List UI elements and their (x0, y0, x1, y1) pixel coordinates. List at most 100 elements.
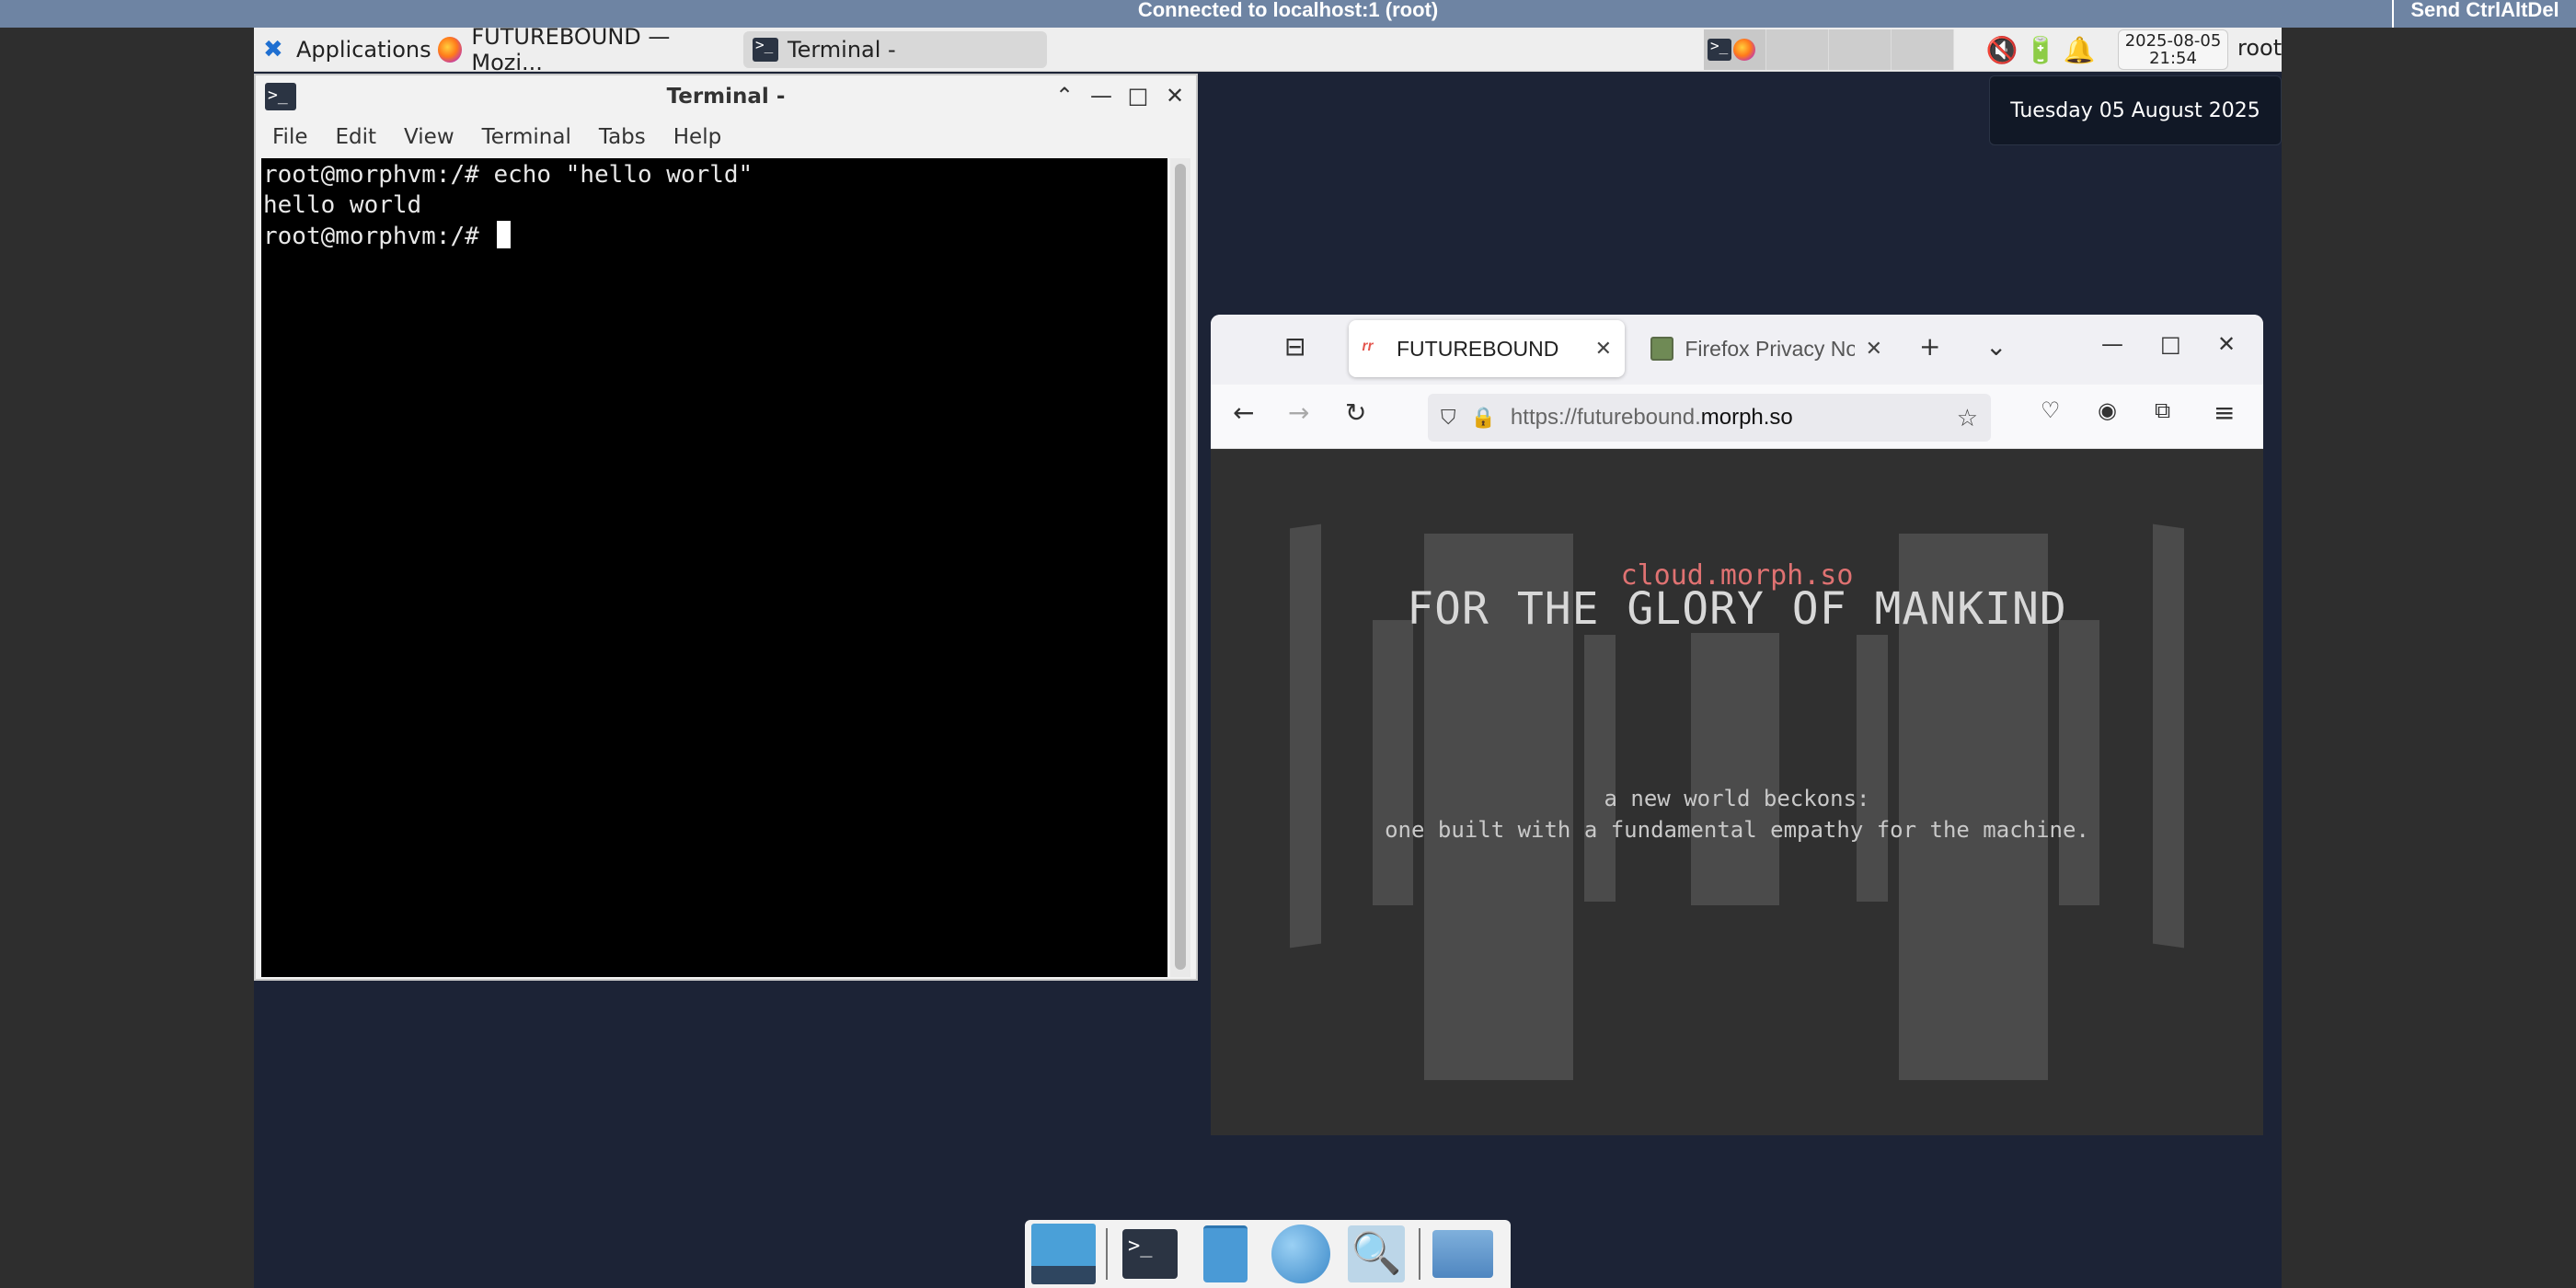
firefox-mini-icon (1733, 39, 1755, 61)
menu-view[interactable]: View (404, 125, 454, 149)
pillar-graphic (1691, 633, 1779, 905)
site-tagline-2: one built with a fundamental empathy for… (1385, 817, 2089, 843)
clock-date: 2025-08-05 (2124, 31, 2222, 51)
pillar-graphic (1857, 635, 1888, 902)
maximize-icon[interactable]: □ (1126, 83, 1150, 109)
folder-icon (1432, 1230, 1493, 1278)
terminal-icon (753, 36, 778, 62)
terminal-output[interactable]: root@morphvm:/# echo "hello world" hello… (261, 158, 1167, 977)
menu-terminal[interactable]: Terminal (482, 125, 571, 149)
taskbar-terminal[interactable]: Terminal - (743, 31, 1047, 68)
lock-icon[interactable]: 🔒 (1471, 406, 1496, 430)
shield-icon[interactable]: ⛉ (1441, 406, 1456, 430)
terminal-menubar: File Edit View Terminal Tabs Help (256, 118, 721, 156)
terminal-mini-icon (1708, 37, 1731, 61)
applications-label: Applications (296, 37, 431, 63)
firefox-window: ⊟ ʳʳ FUTUREBOUND ✕ Firefox Privacy No ✕ … (1211, 315, 2263, 1135)
dock-separator (1419, 1228, 1420, 1280)
workspace-4[interactable] (1892, 29, 1954, 70)
back-arrow-icon[interactable]: ← (1233, 397, 1254, 428)
menu-tabs[interactable]: Tabs (599, 125, 646, 149)
firefox-nav-toolbar: ← → ↻ ⛉ 🔒 https://futurebound.morph.so ☆… (1211, 385, 2263, 449)
firefox-icon (438, 37, 463, 63)
close-tab-icon[interactable]: ✕ (1595, 337, 1612, 361)
file-manager-launcher[interactable] (1192, 1223, 1259, 1285)
terminal-prompt: root@morphvm:/# (263, 223, 494, 250)
taskbar-terminal-label: Terminal - (788, 37, 896, 63)
menu-help[interactable]: Help (673, 125, 721, 149)
menu-file[interactable]: File (272, 125, 308, 149)
futurebound-page: cloud.morph.so FOR THE GLORY OF MANKIND … (1211, 449, 2263, 1135)
mute-speaker-icon[interactable]: 🔇 (1984, 31, 2020, 68)
terminal-line: root@morphvm:/# echo "hello world" (263, 161, 753, 189)
terminal-window-controls: ⌃ — □ ✕ (1052, 83, 1187, 109)
morph-logo-icon: ʳʳ (1362, 337, 1374, 360)
terminal-prompt-line: root@morphvm:/# (263, 221, 1166, 252)
user-menu[interactable]: root (2237, 35, 2282, 61)
tab-privacy-label: Firefox Privacy No (1685, 336, 1855, 361)
folder-launcher[interactable] (1430, 1223, 1496, 1285)
bottom-dock: >_ 🔍 (1025, 1220, 1511, 1288)
firefox-tab-strip: ⊟ ʳʳ FUTUREBOUND ✕ Firefox Privacy No ✕ … (1211, 315, 2263, 385)
minimize-icon[interactable]: — (1089, 83, 1113, 109)
chevron-up-icon[interactable]: ⌃ (1052, 83, 1076, 109)
magnifier-icon: 🔍 (1348, 1225, 1405, 1282)
panel-clock[interactable]: 2025-08-05 21:54 (2118, 29, 2228, 70)
workspace-2[interactable] (1766, 29, 1829, 70)
workspace-3[interactable] (1829, 29, 1892, 70)
account-icon[interactable]: ◉ (2098, 397, 2117, 423)
terminal-scrollbar[interactable] (1170, 158, 1190, 977)
site-tagline-1: a new world beckons: (1604, 786, 1870, 811)
vnc-status-bar: Connected to localhost:1 (root) Send Ctr… (0, 0, 2576, 28)
reload-icon[interactable]: ↻ (1345, 397, 1366, 428)
menu-edit[interactable]: Edit (336, 125, 377, 149)
dock-separator (1106, 1228, 1108, 1280)
terminal-titlebar[interactable]: >_ Terminal - ⌃ — □ ✕ (256, 75, 1196, 118)
privacy-notice-icon (1650, 337, 1674, 361)
show-desktop-icon (1031, 1224, 1096, 1284)
terminal-launcher[interactable]: >_ (1117, 1223, 1183, 1285)
site-headline: FOR THE GLORY OF MANKIND (1407, 583, 2067, 635)
web-browser-launcher[interactable] (1268, 1223, 1334, 1285)
notification-bell-icon[interactable]: 🔔 (2061, 31, 2098, 68)
maximize-icon[interactable]: □ (2160, 331, 2181, 357)
app-finder-launcher[interactable]: 🔍 (1343, 1223, 1409, 1285)
taskbar-firefox[interactable]: FUTUREBOUND — Mozi... (429, 28, 742, 75)
close-icon[interactable]: ✕ (2217, 331, 2236, 357)
chevron-down-icon[interactable]: ⌄ (1985, 331, 2007, 362)
forward-arrow-icon[interactable]: → (1288, 397, 1309, 428)
tab-futurebound-label: FUTUREBOUND (1397, 336, 1559, 361)
close-icon[interactable]: ✕ (1163, 83, 1187, 109)
date-tooltip: Tuesday 05 August 2025 (1989, 75, 2282, 145)
terminal-cursor (497, 221, 512, 248)
taskbar-firefox-label: FUTUREBOUND — Mozi... (471, 28, 671, 75)
pillar-graphic (1584, 635, 1616, 902)
pocket-icon[interactable]: ♡ (2041, 397, 2061, 423)
battery-icon[interactable]: 🔋 (2022, 31, 2059, 68)
url-text: https://futurebound.morph.so (1511, 405, 1793, 431)
new-tab-icon[interactable]: + (1919, 331, 1940, 362)
workspace-1[interactable] (1704, 29, 1766, 70)
workspace-switcher (1704, 29, 1954, 70)
close-tab-icon[interactable]: ✕ (1866, 337, 1882, 361)
terminal-line: hello world (263, 191, 422, 219)
url-domain: morph.so (1700, 405, 1793, 430)
clock-time: 21:54 (2149, 49, 2197, 68)
show-desktop-button[interactable] (1030, 1223, 1097, 1285)
bookmark-star-icon[interactable]: ☆ (1957, 404, 1978, 432)
tab-futurebound[interactable]: ʳʳ FUTUREBOUND ✕ (1349, 320, 1625, 377)
xfce-logo-icon: ✖ (263, 36, 283, 63)
file-cabinet-icon (1203, 1225, 1248, 1282)
pillar-graphic (1373, 620, 1413, 905)
send-ctrl-alt-del-button[interactable]: Send CtrlAltDel (2392, 0, 2576, 28)
url-bar[interactable]: ⛉ 🔒 https://futurebound.morph.so ☆ (1428, 394, 1991, 442)
desktop: ✖ Applications ⋮ FUTUREBOUND — Mozi... T… (254, 28, 2282, 1288)
globe-icon (1271, 1225, 1330, 1283)
tab-privacy-notice[interactable]: Firefox Privacy No ✕ (1638, 320, 1895, 377)
terminal-window: >_ Terminal - ⌃ — □ ✕ File Edit View Ter… (254, 74, 1198, 981)
extensions-icon[interactable]: ⧉ (2155, 397, 2170, 423)
minimize-icon[interactable]: — (2101, 331, 2123, 357)
tab-list-archive-icon[interactable]: ⊟ (1284, 331, 1305, 362)
vnc-connection-title: Connected to localhost:1 (root) (1137, 0, 1439, 21)
hamburger-menu-icon[interactable]: ≡ (2214, 397, 2235, 428)
